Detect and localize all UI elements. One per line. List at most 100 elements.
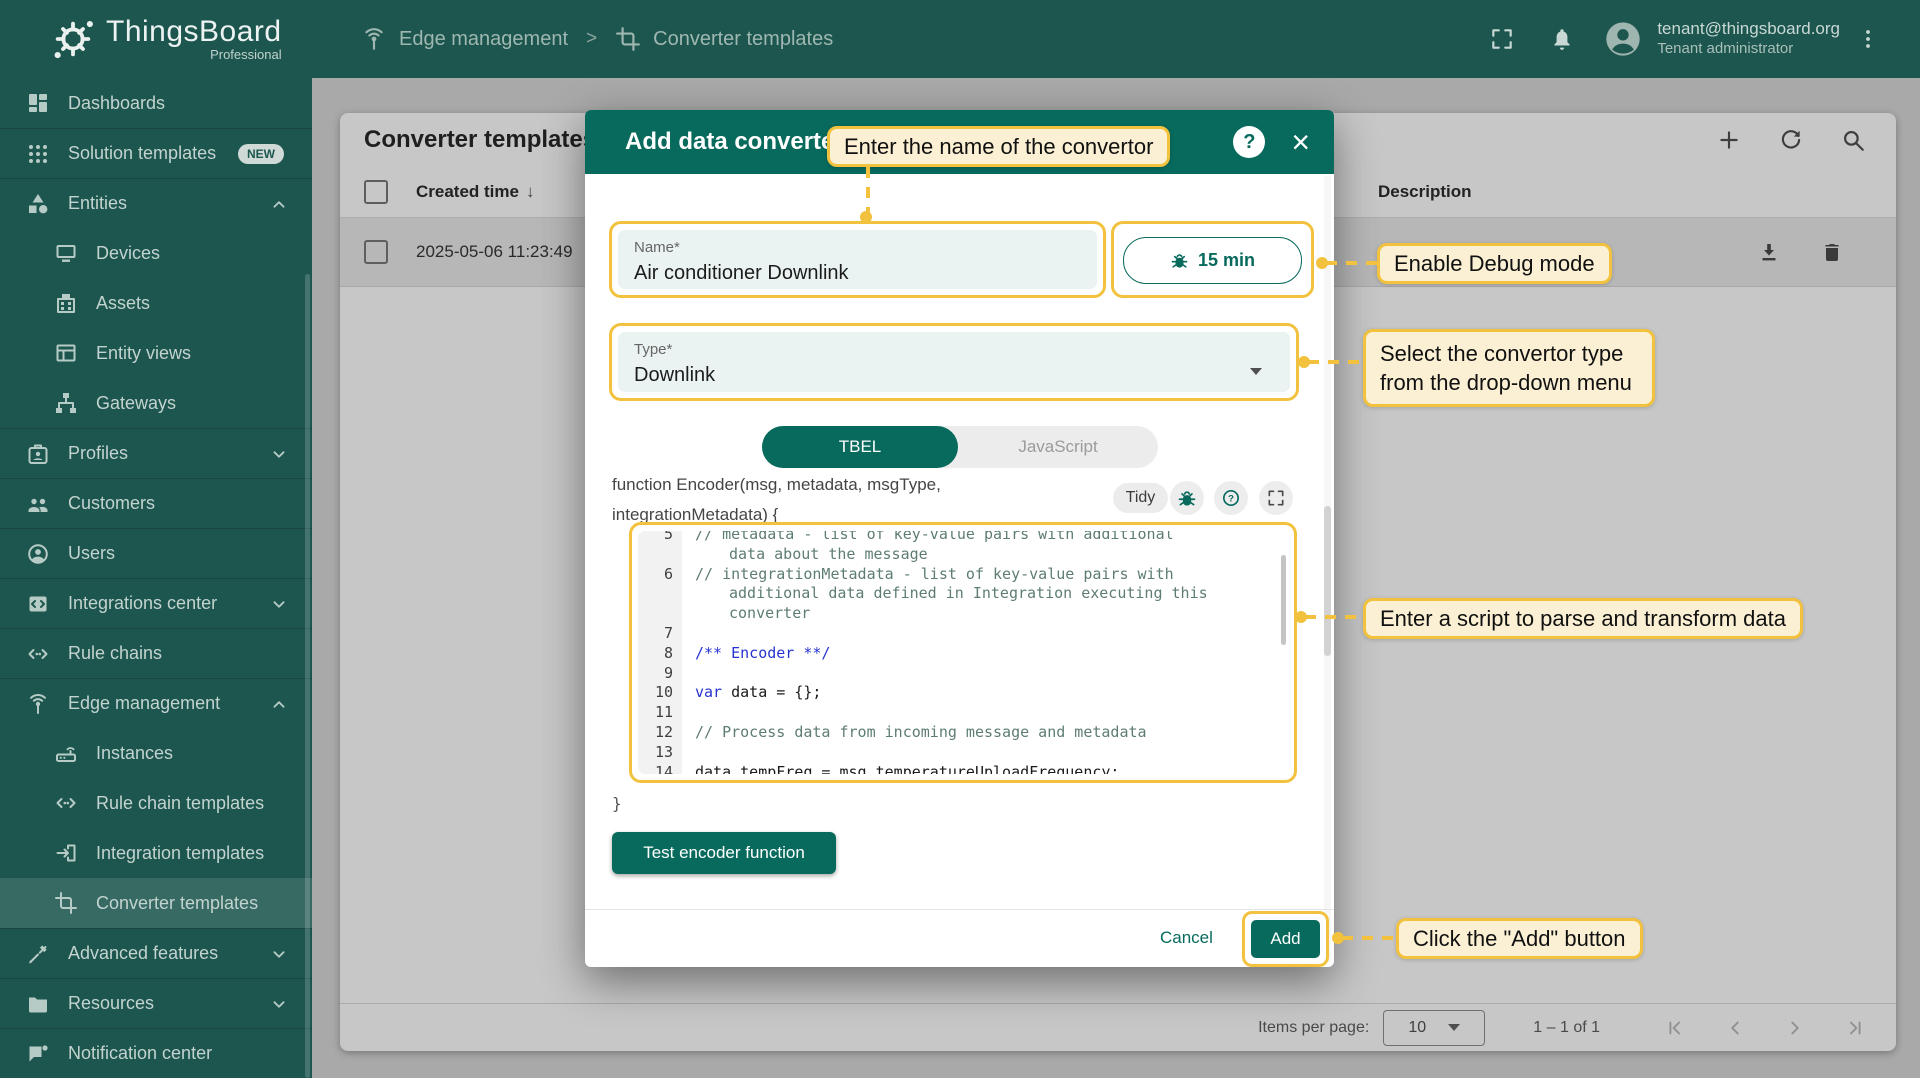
close-icon[interactable]: × (1291, 127, 1310, 157)
editor-scrollbar[interactable] (1281, 555, 1286, 645)
sidebar-item-label: Entity views (96, 343, 300, 364)
sidebar-item-users[interactable]: Users (0, 528, 312, 578)
footer-divider (585, 909, 1334, 910)
sidebar-item-instances[interactable]: Instances (0, 728, 312, 778)
integration-templates-icon (54, 841, 78, 865)
tab-javascript[interactable]: JavaScript (958, 426, 1158, 468)
sidebar-item-integrations-center[interactable]: Integrations center (0, 578, 312, 628)
sidebar-item-notification-center[interactable]: Notification center (0, 1028, 312, 1078)
refresh-icon[interactable] (1778, 127, 1804, 153)
sidebar-item-rule-chains[interactable]: Rule chains (0, 628, 312, 678)
screen: ThingsBoard Professional Edge management… (0, 0, 1920, 1078)
sort-desc-icon: ↓ (526, 182, 535, 202)
page-title: Converter templates (364, 126, 596, 154)
select-all-checkbox[interactable] (364, 180, 388, 204)
tidy-button[interactable]: Tidy (1113, 483, 1168, 513)
row-checkbox[interactable] (364, 240, 388, 264)
sidebar-item-entity-views[interactable]: Entity views (0, 328, 312, 378)
resources-icon (26, 992, 50, 1016)
name-input[interactable]: Name* Air conditioner Downlink (618, 230, 1097, 289)
rule-chains-icon (54, 791, 78, 815)
debug-script-button[interactable] (1170, 481, 1204, 515)
sidebar-item-dashboards[interactable]: Dashboards (0, 78, 312, 128)
sidebar-item-customers[interactable]: Customers (0, 478, 312, 528)
apps-icon (26, 142, 50, 166)
sidebar-item-label: Profiles (68, 443, 268, 464)
sidebar-item-label: Rule chain templates (96, 793, 300, 814)
code-lines: 5// metadata - list of key-value pairs w… (638, 531, 1288, 774)
next-page-icon[interactable] (1784, 1017, 1806, 1039)
sidebar-item-integration-templates[interactable]: Integration templates (0, 828, 312, 878)
sidebar-item-edge-management[interactable]: Edge management (0, 678, 312, 728)
sidebar-item-rule-chain-templates[interactable]: Rule chain templates (0, 778, 312, 828)
new-badge: NEW (238, 144, 284, 164)
first-page-icon[interactable] (1664, 1017, 1686, 1039)
pagination: Items per page: 10 1 – 1 of 1 (340, 1003, 1896, 1051)
editor-fullscreen-button[interactable] (1259, 481, 1293, 515)
tab-tbel[interactable]: TBEL (762, 426, 958, 468)
debug-mode-button[interactable]: 15 min (1123, 237, 1302, 284)
chevron-down-icon (268, 993, 290, 1015)
type-select[interactable]: Type* Downlink (618, 332, 1290, 392)
code-line: data about the message (638, 545, 1288, 565)
fullscreen-icon (1266, 488, 1286, 508)
sidebar-item-assets[interactable]: Assets (0, 278, 312, 328)
last-page-icon[interactable] (1844, 1017, 1866, 1039)
sidebar-item-devices[interactable]: Devices (0, 228, 312, 278)
search-icon[interactable] (1840, 127, 1866, 153)
sidebar-item-converter-templates[interactable]: Converter templates (0, 878, 312, 928)
sidebar-item-label: Advanced features (68, 943, 268, 964)
test-encoder-button[interactable]: Test encoder function (612, 832, 836, 874)
delete-icon[interactable] (1820, 240, 1844, 264)
column-header-description[interactable]: Description (1378, 182, 1472, 202)
sidebar-item-resources[interactable]: Resources (0, 978, 312, 1028)
annotation-dot (1332, 932, 1344, 944)
code-line: 5// metadata - list of key-value pairs w… (638, 531, 1288, 545)
annotation-dot (1316, 257, 1328, 269)
devices-icon (54, 241, 78, 265)
cancel-button[interactable]: Cancel (1160, 928, 1213, 948)
sidebar-item-gateways[interactable]: Gateways (0, 378, 312, 428)
code-line: 6// integrationMetadata - list of key-va… (638, 565, 1288, 585)
dialog-scrollbar[interactable] (1324, 506, 1331, 656)
sidebar-item-advanced-features[interactable]: Advanced features (0, 928, 312, 978)
code-line: 10var data = {}; (638, 683, 1288, 703)
breadcrumb-converter-templates[interactable]: Converter templates (615, 26, 833, 52)
sidebar-item-label: Devices (96, 243, 300, 264)
annotation-debug: Enable Debug mode (1377, 243, 1612, 284)
sidebar-item-entities[interactable]: Entities (0, 178, 312, 228)
column-header-created-time[interactable]: Created time ↓ (416, 182, 534, 202)
fullscreen-icon[interactable] (1489, 26, 1515, 52)
annotation-dot (1295, 611, 1307, 623)
download-icon[interactable] (1757, 240, 1781, 264)
kebab-menu-icon[interactable] (1856, 27, 1880, 51)
code-editor[interactable]: 5// metadata - list of key-value pairs w… (638, 531, 1288, 774)
sidebar-scrollbar[interactable] (305, 274, 310, 1078)
row-created-time: 2025-05-06 11:23:49 (416, 242, 573, 262)
sidebar-item-profiles[interactable]: Profiles (0, 428, 312, 478)
script-help-button[interactable]: ? (1214, 481, 1248, 515)
help-icon: ? (1221, 488, 1241, 508)
code-line: converter (638, 604, 1288, 624)
closing-brace: } (612, 794, 622, 813)
sidebar: Dashboards Solution templatesNEWEntities D… (0, 78, 312, 1078)
breadcrumb-edge-management[interactable]: Edge management (361, 26, 568, 52)
chevron-down-icon (268, 943, 290, 965)
notifications-bell-icon[interactable] (1549, 26, 1575, 52)
sidebar-item-solution-templates[interactable]: Solution templatesNEW (0, 128, 312, 178)
add-button-highlight: Add (1242, 911, 1329, 967)
user-menu[interactable]: tenant@thingsboard.org Tenant administra… (1657, 19, 1840, 59)
avatar[interactable] (1603, 19, 1643, 59)
items-per-page-select[interactable]: 10 (1383, 1010, 1485, 1046)
thingsboard-logo-icon (50, 16, 96, 62)
add-icon[interactable] (1716, 127, 1742, 153)
sidebar-item-label: Dashboards (68, 93, 300, 114)
topbar: ThingsBoard Professional Edge management… (0, 0, 1920, 78)
code-line: 11 (638, 703, 1288, 723)
dialog-help-icon[interactable]: ? (1233, 126, 1265, 158)
add-button[interactable]: Add (1251, 920, 1320, 958)
code-line: 9 (638, 664, 1288, 684)
category-icon (26, 192, 50, 216)
add-data-converter-dialog: Add data converter ? × Name* Air conditi… (585, 110, 1334, 967)
prev-page-icon[interactable] (1724, 1017, 1746, 1039)
